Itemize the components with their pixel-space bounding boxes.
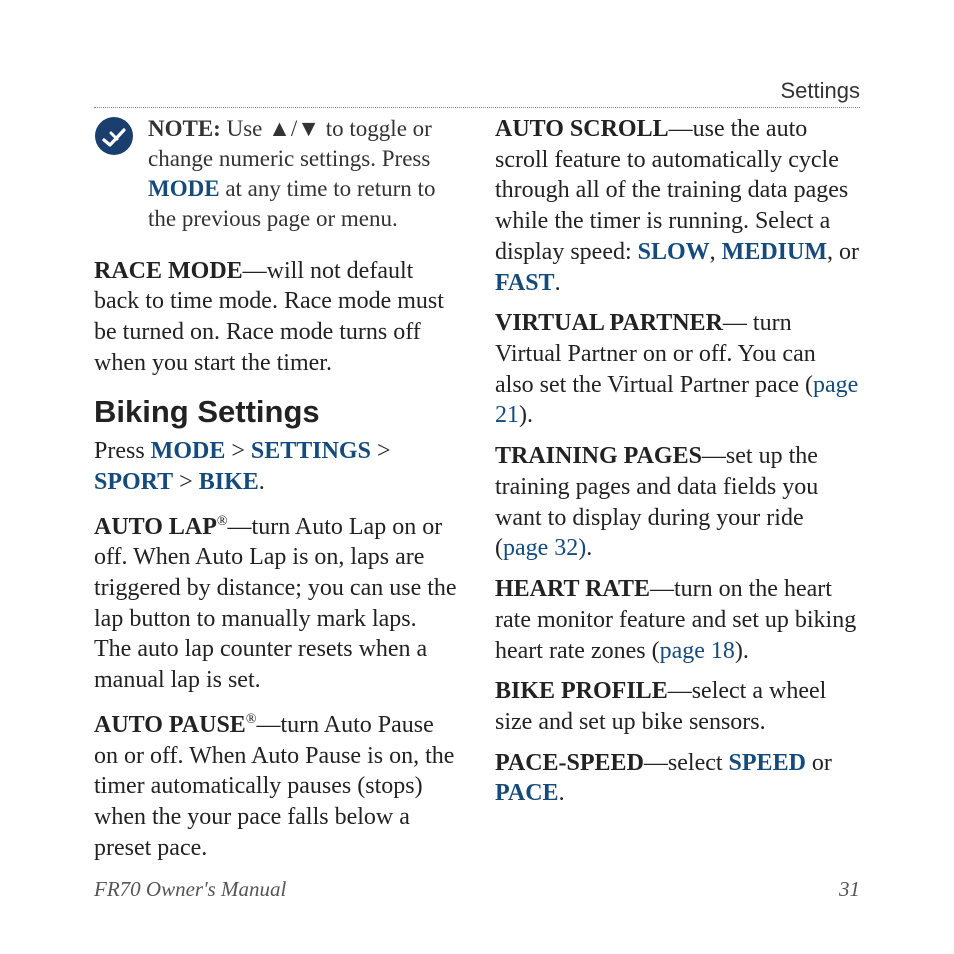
auto-scroll-fast: FAST bbox=[495, 270, 555, 296]
virtual-partner-para: VIRTUAL PARTNER— turn Virtual Partner on… bbox=[495, 308, 860, 431]
biking-sep2: > bbox=[371, 438, 391, 464]
biking-end: . bbox=[259, 469, 265, 495]
note-box: NOTE: Use ▲/▼ to toggle or change numeri… bbox=[94, 114, 459, 234]
auto-lap-reg: ® bbox=[217, 514, 228, 529]
biking-sep1: > bbox=[225, 438, 251, 464]
heart-rate-label: HEART RATE bbox=[495, 576, 650, 602]
biking-sep3: > bbox=[173, 469, 199, 495]
page-footer: FR70 Owner's Manual 31 bbox=[94, 877, 860, 902]
virtual-partner-end: ). bbox=[519, 402, 533, 428]
pace-speed-end: . bbox=[559, 780, 565, 806]
note-mode: MODE bbox=[148, 176, 220, 201]
footer-page-number: 31 bbox=[839, 877, 860, 902]
race-mode-label: RACE MODE bbox=[94, 258, 243, 284]
note-prefix: NOTE: bbox=[148, 116, 221, 141]
header-divider bbox=[94, 107, 860, 108]
auto-scroll-para: AUTO SCROLL—use the auto scroll feature … bbox=[495, 114, 860, 298]
page-header: Settings bbox=[94, 78, 860, 108]
pace-speed-or: or bbox=[806, 750, 832, 776]
auto-lap-para: AUTO LAP®—turn Auto Lap on or off. When … bbox=[94, 512, 459, 696]
pace-speed-pace: PACE bbox=[495, 780, 559, 806]
auto-scroll-label: AUTO SCROLL bbox=[495, 116, 669, 142]
content-columns: NOTE: Use ▲/▼ to toggle or change numeri… bbox=[94, 114, 860, 877]
heart-rate-link[interactable]: page 18 bbox=[660, 638, 735, 664]
note-icon bbox=[94, 116, 134, 165]
footer-title: FR70 Owner's Manual bbox=[94, 877, 286, 902]
right-column: AUTO SCROLL—use the auto scroll feature … bbox=[495, 114, 860, 877]
training-pages-label: TRAINING PAGES bbox=[495, 443, 702, 469]
auto-scroll-slow: SLOW bbox=[638, 239, 710, 265]
biking-breadcrumb: Press MODE > SETTINGS > SPORT > BIKE. bbox=[94, 436, 459, 497]
auto-scroll-medium: MEDIUM bbox=[722, 239, 827, 265]
biking-press: Press bbox=[94, 438, 151, 464]
training-pages-end: . bbox=[586, 535, 592, 561]
biking-sport: SPORT bbox=[94, 469, 173, 495]
heart-rate-para: HEART RATE—turn on the heart rate monito… bbox=[495, 574, 860, 666]
bike-profile-label: BIKE PROFILE bbox=[495, 678, 668, 704]
auto-scroll-comma: , bbox=[710, 239, 722, 265]
note-text: NOTE: Use ▲/▼ to toggle or change numeri… bbox=[148, 114, 459, 234]
auto-pause-para: AUTO PAUSE®—turn Auto Pause on or off. W… bbox=[94, 710, 459, 864]
race-mode-para: RACE MODE—will not default back to time … bbox=[94, 256, 459, 379]
auto-lap-text: —turn Auto Lap on or off. When Auto Lap … bbox=[94, 514, 457, 694]
auto-scroll-end: . bbox=[555, 270, 561, 296]
pace-speed-speed: SPEED bbox=[729, 750, 806, 776]
biking-mode: MODE bbox=[151, 438, 226, 464]
bike-profile-para: BIKE PROFILE—select a wheel size and set… bbox=[495, 676, 860, 737]
pace-speed-para: PACE-SPEED—select SPEED or PACE. bbox=[495, 748, 860, 809]
training-pages-para: TRAINING PAGES—set up the training pages… bbox=[495, 441, 860, 564]
pace-speed-label: PACE-SPEED bbox=[495, 750, 644, 776]
left-column: NOTE: Use ▲/▼ to toggle or change numeri… bbox=[94, 114, 459, 877]
auto-pause-reg: ® bbox=[246, 712, 257, 727]
biking-settings-heading: Biking Settings bbox=[94, 392, 459, 432]
biking-bike: BIKE bbox=[199, 469, 259, 495]
auto-scroll-or: , or bbox=[827, 239, 859, 265]
biking-settings-crumb: SETTINGS bbox=[251, 438, 371, 464]
auto-pause-label: AUTO PAUSE bbox=[94, 712, 246, 738]
section-label: Settings bbox=[94, 78, 860, 104]
pace-speed-text1: —select bbox=[644, 750, 729, 776]
heart-rate-end: ). bbox=[735, 638, 749, 664]
virtual-partner-label: VIRTUAL PARTNER bbox=[495, 310, 723, 336]
auto-lap-label: AUTO LAP bbox=[94, 514, 217, 540]
training-pages-link[interactable]: page 32) bbox=[503, 535, 586, 561]
